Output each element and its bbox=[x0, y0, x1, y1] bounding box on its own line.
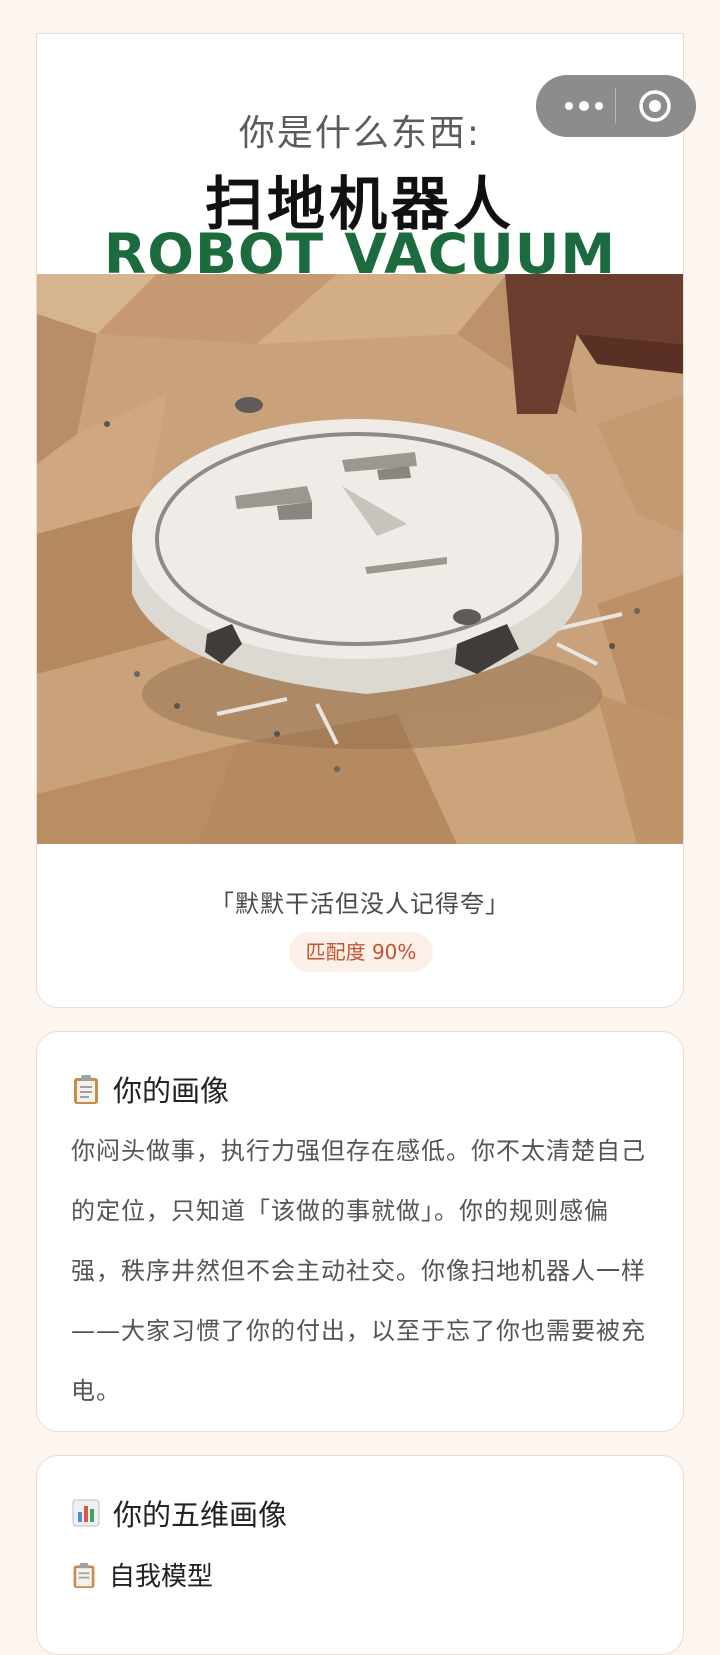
portrait-title: 你的画像 bbox=[113, 1074, 230, 1108]
clipboard-icon bbox=[73, 1562, 95, 1588]
more-dots-icon[interactable] bbox=[556, 75, 612, 137]
target-circle-icon[interactable] bbox=[638, 89, 672, 123]
five-dimension-title-row: 你的五维画像 bbox=[71, 1492, 287, 1534]
dimension-label: 自我模型 bbox=[109, 1562, 214, 1592]
portrait-text: 你闷头做事，执行力强但存在感低。你不太清楚自己的定位，只知道「该做的事就做」。你… bbox=[71, 1137, 646, 1405]
result-header: 你是什么东西: 扫地机器人 ROBOT VACUUM bbox=[37, 34, 683, 286]
result-card: 你是什么东西: 扫地机器人 ROBOT VACUUM 「默默干活但没人记得夸」 … bbox=[36, 33, 684, 1008]
portrait-title-row: 你的画像 bbox=[71, 1068, 229, 1110]
five-dimension-card: 你的五维画像 自我模型 bbox=[36, 1455, 684, 1655]
capsule-divider bbox=[615, 88, 616, 124]
clipboard-icon bbox=[74, 1075, 98, 1104]
portrait-card: 你的画像 你闷头做事，执行力强但存在感低。你不太清楚自己的定位，只知道「该做的事… bbox=[36, 1031, 684, 1432]
robot-vacuum-illustration bbox=[37, 274, 683, 844]
five-dimension-title: 你的五维画像 bbox=[113, 1498, 288, 1532]
dimension-row-self-model: 自我模型 bbox=[71, 1556, 213, 1593]
match-badge: 匹配度 90% bbox=[289, 932, 433, 972]
miniprogram-capsule bbox=[536, 75, 696, 137]
bar-chart-icon bbox=[72, 1499, 100, 1527]
result-quote: 「默默干活但没人记得夸」 bbox=[210, 890, 510, 918]
